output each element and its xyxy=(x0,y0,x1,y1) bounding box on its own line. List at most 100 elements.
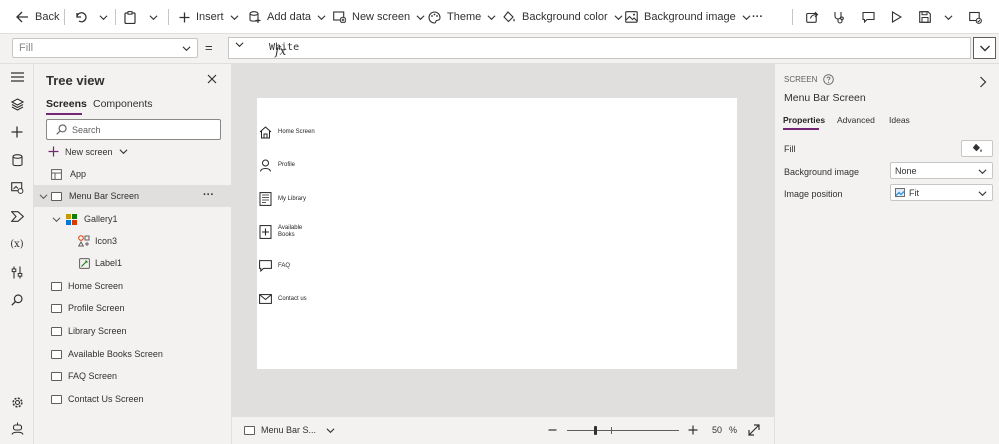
tree-item-app[interactable]: App xyxy=(34,163,231,185)
paste-options-button[interactable] xyxy=(149,0,158,34)
property-value: Fill xyxy=(19,42,34,54)
tree-item-profile-screen[interactable]: Profile Screen xyxy=(34,297,231,319)
publish-button[interactable] xyxy=(969,0,982,34)
expand-formula-button[interactable] xyxy=(973,37,996,59)
background-color-button[interactable]: Background color xyxy=(503,0,623,34)
data-button[interactable] xyxy=(8,151,26,169)
section-header: SCREEN xyxy=(784,74,835,85)
search-rail-button[interactable] xyxy=(8,291,26,309)
dropdown-value: Fit xyxy=(909,187,919,198)
back-button[interactable]: Back xyxy=(16,0,59,34)
formula-input[interactable]: fx White xyxy=(228,37,971,59)
image-position-dropdown[interactable]: Fit xyxy=(890,184,993,201)
tree-item-gallery1[interactable]: Gallery1 xyxy=(34,208,231,230)
menu-item-label: Available Books xyxy=(278,225,303,238)
publish-icon xyxy=(969,11,982,24)
close-panel-button[interactable] xyxy=(207,74,217,84)
menu-button[interactable] xyxy=(8,68,26,86)
tree-item-home-screen[interactable]: Home Screen xyxy=(34,275,231,297)
preview-button[interactable] xyxy=(891,0,902,34)
tab-advanced[interactable]: Advanced xyxy=(837,115,875,125)
home-icon xyxy=(259,126,272,139)
menu-item-profile[interactable]: Profile xyxy=(259,159,295,172)
divider xyxy=(792,9,793,25)
tree-item-label: Home Screen xyxy=(68,281,124,291)
new-screen-label: New screen xyxy=(65,146,113,157)
tab-screens[interactable]: Screens xyxy=(46,98,87,110)
tree-view-button[interactable] xyxy=(8,95,26,113)
screen-picker[interactable]: Menu Bar S... xyxy=(244,425,335,435)
app-icon xyxy=(51,168,62,180)
app-screen-preview[interactable]: Home Screen Profile My Library Available… xyxy=(257,98,737,369)
collapse-pane-button[interactable] xyxy=(979,76,987,88)
more-options-button[interactable]: ··· xyxy=(203,189,214,201)
tree-item-library-screen[interactable]: Library Screen xyxy=(34,320,231,342)
zoom-slider[interactable] xyxy=(567,426,679,435)
tree-item-icon3[interactable]: Icon3 xyxy=(34,230,231,252)
back-arrow-icon xyxy=(16,11,28,23)
share-button[interactable] xyxy=(806,0,819,34)
media-button[interactable] xyxy=(8,179,26,197)
tree-item-contact-us-screen[interactable]: Contact Us Screen xyxy=(34,388,231,410)
variables-icon: (x) xyxy=(10,238,24,250)
zoom-slider-thumb[interactable] xyxy=(594,426,597,435)
tree-item-label: Icon3 xyxy=(95,236,118,246)
menu-item-label: FAQ xyxy=(278,262,291,269)
search-box[interactable]: Search xyxy=(46,119,221,140)
paste-button[interactable] xyxy=(124,0,136,34)
image-icon xyxy=(625,11,638,23)
chevron-down-icon xyxy=(978,169,987,175)
comments-button[interactable] xyxy=(862,0,875,34)
tab-components[interactable]: Components xyxy=(93,98,153,110)
background-image-dropdown[interactable]: None xyxy=(890,162,993,179)
undo-icon xyxy=(76,12,87,23)
zoom-out-button[interactable] xyxy=(548,425,557,435)
chevron-down-icon xyxy=(487,14,496,20)
menu-item-available-books[interactable]: Available Books xyxy=(259,225,306,239)
menu-item-faq[interactable]: FAQ xyxy=(259,260,290,272)
menu-item-contact[interactable]: Contact us xyxy=(259,294,307,304)
background-image-button[interactable]: Background image xyxy=(625,0,751,34)
variables-button[interactable]: (x) xyxy=(8,235,26,253)
selected-screen-name: Menu Bar Screen xyxy=(784,92,866,104)
menu-item-label: Profile xyxy=(278,162,296,169)
advanced-tools-button[interactable] xyxy=(8,263,26,281)
menu-item-library[interactable]: My Library xyxy=(259,192,306,206)
tree-item-menu-bar-screen[interactable]: Menu Bar Screen ··· xyxy=(34,185,231,207)
search-icon xyxy=(56,124,67,135)
virtual-agent-button[interactable] xyxy=(8,419,26,437)
undo-options-button[interactable] xyxy=(99,0,108,34)
property-selector[interactable]: Fill xyxy=(12,38,198,58)
zoom-value: 50 xyxy=(712,425,723,435)
app-checker-button[interactable] xyxy=(833,0,846,34)
fill-color-picker[interactable] xyxy=(961,140,993,157)
tree-item-faq-screen[interactable]: FAQ Screen xyxy=(34,365,231,387)
menu-item-home[interactable]: Home Screen xyxy=(259,126,315,139)
undo-button[interactable] xyxy=(74,0,87,34)
settings-button[interactable] xyxy=(8,393,26,411)
canvas-status-bar: Menu Bar S... 50 % xyxy=(232,416,774,444)
search-icon xyxy=(11,294,23,306)
save-options-button[interactable] xyxy=(944,0,953,34)
fx-button[interactable]: fx xyxy=(235,40,286,58)
palette-icon xyxy=(428,10,441,24)
tab-properties[interactable]: Properties xyxy=(783,115,825,125)
insert-button[interactable]: Insert xyxy=(179,0,239,34)
theme-button[interactable]: Theme xyxy=(428,0,496,34)
tree-item-available-books-screen[interactable]: Available Books Screen xyxy=(34,343,231,365)
new-screen-tree-button[interactable]: New screen xyxy=(48,146,128,157)
tab-indicator xyxy=(46,113,82,115)
play-icon xyxy=(891,11,902,23)
new-screen-button[interactable]: New screen xyxy=(333,0,425,34)
more-commands-button[interactable]: ··· xyxy=(752,0,763,34)
tab-ideas[interactable]: Ideas xyxy=(889,115,910,125)
add-data-button[interactable]: Add data xyxy=(249,0,326,34)
chat-icon xyxy=(259,260,272,272)
save-button[interactable] xyxy=(919,0,931,34)
zoom-in-button[interactable] xyxy=(688,425,698,435)
tree-item-label1[interactable]: Label1 xyxy=(34,252,231,274)
insert-rail-button[interactable] xyxy=(8,123,26,141)
paint-bucket-icon xyxy=(503,11,515,23)
fit-to-window-button[interactable] xyxy=(748,424,760,436)
power-automate-button[interactable] xyxy=(8,207,26,225)
